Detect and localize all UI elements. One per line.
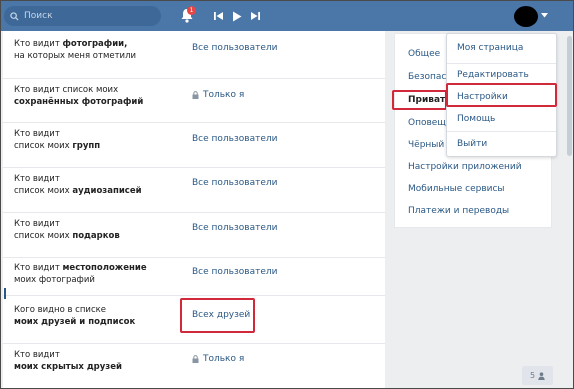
row-label: Кто видит список моих аудиозаписей bbox=[14, 173, 189, 197]
settings-item-notifications[interactable]: Оповеще bbox=[408, 118, 451, 128]
app-window: Поиск 1 Кто видит фотографии, на которых… bbox=[0, 0, 574, 389]
scrollbar[interactable] bbox=[567, 36, 572, 156]
row-value-text: Только я bbox=[203, 90, 245, 100]
dropdown-item-edit[interactable]: Редактировать bbox=[457, 70, 529, 80]
privacy-row-location: Кто видит местоположение моих фотографий… bbox=[3, 257, 385, 295]
privacy-row-audio: Кто видит список моих аудиозаписей Все п… bbox=[3, 167, 385, 212]
row-label-text: Кто видит bbox=[14, 129, 60, 139]
row-label-bold: фотографии, bbox=[62, 39, 128, 49]
settings-item-general[interactable]: Общее bbox=[408, 49, 440, 59]
row-value-text: Все пользователи bbox=[192, 43, 278, 53]
row-label-prefix: список моих bbox=[14, 186, 73, 196]
row-label-bold: сохранённых фотографий bbox=[14, 97, 144, 107]
dropdown-divider bbox=[447, 63, 556, 64]
row-label-bold: местоположение bbox=[62, 263, 147, 273]
row-label-bold: подарков bbox=[72, 231, 120, 241]
notification-badge: 1 bbox=[187, 6, 196, 15]
row-label: Кто видит список моих сохранённых фотогр… bbox=[14, 84, 189, 108]
row-label-text: Кто видит bbox=[14, 219, 60, 229]
row-label: Кто видит моих скрытых друзей bbox=[14, 349, 189, 373]
person-icon bbox=[538, 371, 545, 380]
row-value-text: Все пользователи bbox=[192, 178, 278, 188]
settings-item-payments[interactable]: Платежи и переводы bbox=[408, 206, 509, 216]
privacy-row-tagged-photos: Кто видит фотографии, на которых меня от… bbox=[3, 31, 385, 78]
row-value-text: Только я bbox=[203, 354, 245, 364]
row-label-rest: моих фотографий bbox=[14, 275, 95, 285]
search-placeholder: Поиск bbox=[24, 11, 53, 21]
row-label-text: Кто видит список моих bbox=[14, 85, 119, 95]
settings-item-apps[interactable]: Настройки приложений bbox=[408, 162, 522, 172]
dropdown-divider bbox=[447, 131, 556, 132]
row-label-text: Кто видит bbox=[14, 263, 63, 273]
player-controls bbox=[214, 10, 260, 22]
avatar[interactable] bbox=[514, 6, 538, 27]
row-label-rest: на которых меня отметили bbox=[14, 51, 137, 61]
row-label: Кто видит фотографии, на которых меня от… bbox=[14, 38, 189, 62]
row-label-text: Кто видит bbox=[14, 39, 63, 49]
privacy-value-dropdown[interactable]: Все пользователи bbox=[192, 267, 277, 277]
row-label: Кто видит список моих групп bbox=[14, 128, 189, 152]
row-label-bold: моих друзей и подписок bbox=[14, 317, 136, 327]
privacy-value-dropdown[interactable]: Все пользователи bbox=[192, 43, 277, 53]
privacy-row-groups: Кто видит список моих групп Все пользова… bbox=[3, 122, 385, 167]
chevron-down-icon[interactable] bbox=[541, 13, 548, 18]
row-label-text: Кто видит bbox=[14, 174, 60, 184]
row-label-prefix: список моих bbox=[14, 141, 73, 151]
search-input[interactable]: Поиск bbox=[4, 6, 161, 26]
lock-icon bbox=[192, 91, 199, 99]
row-label-bold: групп bbox=[72, 141, 101, 151]
row-label: Кто видит местоположение моих фотографий bbox=[14, 262, 189, 286]
privacy-row-saved-photos: Кто видит список моих сохранённых фотогр… bbox=[3, 78, 385, 122]
row-value-text: Все пользователи bbox=[192, 134, 278, 144]
privacy-value-dropdown[interactable]: Только я bbox=[192, 354, 244, 364]
play-icon[interactable] bbox=[232, 11, 242, 22]
side-marker bbox=[4, 288, 6, 299]
row-label-text: Кого видно в списке bbox=[14, 305, 106, 315]
privacy-settings-list: Кто видит фотографии, на которых меня от… bbox=[3, 31, 385, 388]
lock-icon bbox=[192, 355, 199, 363]
privacy-value-dropdown[interactable]: Все пользователи bbox=[192, 178, 277, 188]
highlight-box-privacy bbox=[392, 90, 447, 110]
dropdown-item-logout[interactable]: Выйти bbox=[457, 139, 487, 149]
row-value-text: Все пользователи bbox=[192, 223, 278, 233]
top-bar: Поиск 1 bbox=[1, 1, 573, 31]
row-label: Кого видно в списке моих друзей и подпис… bbox=[14, 304, 189, 328]
highlight-box-settings bbox=[446, 83, 557, 107]
next-track-icon[interactable] bbox=[250, 11, 260, 21]
dropdown-item-help[interactable]: Помощь bbox=[457, 114, 495, 124]
privacy-row-hidden-friends: Кто видит моих скрытых друзей Только я bbox=[3, 343, 385, 388]
row-label-text: Кто видит bbox=[14, 350, 60, 360]
settings-item-security[interactable]: Безопас bbox=[408, 72, 446, 82]
highlight-box-friends-value bbox=[180, 298, 255, 333]
row-label-prefix: список моих bbox=[14, 231, 73, 241]
privacy-value-dropdown[interactable]: Только я bbox=[192, 90, 244, 100]
friends-online-button[interactable]: 5 bbox=[522, 366, 553, 385]
privacy-row-gifts: Кто видит список моих подарков Все польз… bbox=[3, 212, 385, 257]
search-icon bbox=[10, 11, 19, 21]
row-label-bold: аудиозаписей bbox=[72, 186, 142, 196]
settings-item-mobile[interactable]: Мобильные сервисы bbox=[408, 184, 505, 194]
privacy-value-dropdown[interactable]: Все пользователи bbox=[192, 223, 277, 233]
privacy-value-dropdown[interactable]: Все пользователи bbox=[192, 134, 277, 144]
row-label-bold: моих скрытых друзей bbox=[14, 362, 122, 372]
prev-track-icon[interactable] bbox=[214, 11, 224, 21]
friends-online-count: 5 bbox=[529, 371, 536, 380]
row-label: Кто видит список моих подарков bbox=[14, 218, 189, 242]
row-value-text: Все пользователи bbox=[192, 267, 278, 277]
dropdown-item-my-page[interactable]: Моя страница bbox=[457, 43, 523, 53]
